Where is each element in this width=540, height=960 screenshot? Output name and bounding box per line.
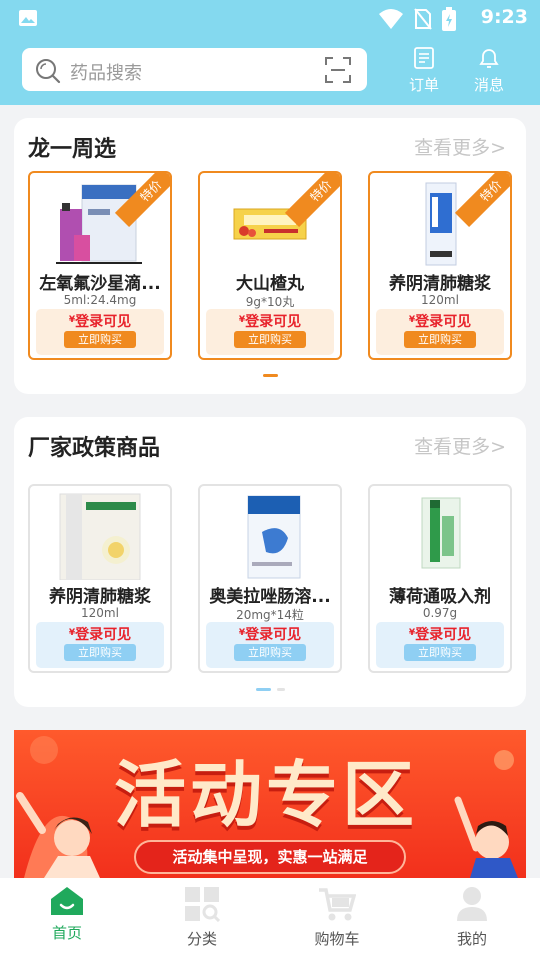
product-spec: 20mg*14粒 [236,608,304,622]
product-card[interactable]: 养阴清肺糖浆 120ml ¥登录可见 立即购买 [28,484,172,673]
top-header: 药品搜索 订单 消息 [0,36,540,105]
profile-icon [457,887,487,921]
view-more-link[interactable]: 查看更多> [414,432,506,459]
carousel-indicator [14,374,526,377]
product-price: ¥登录可见 [238,627,302,643]
product-image [59,493,141,580]
category-icon [185,887,221,923]
buy-now-button[interactable]: 立即购买 [234,331,306,348]
nav-home-label: 首页 [51,924,82,942]
nav-category-label: 分类 [186,930,217,948]
section-title: 厂家政策商品 [28,436,161,461]
product-name: 奥美拉唑肠溶... [209,587,331,607]
bottom-navigation: 首页 分类 购物车 我的 [0,878,540,960]
view-more-link[interactable]: 查看更多> [414,133,506,160]
product-spec: 0.97g [422,606,458,620]
product-name: 大山楂丸 [236,274,304,294]
price-box: ¥登录可见 立即购买 [376,622,504,668]
gallery-notification-icon [19,10,37,26]
indicator-dot-active [262,374,278,377]
nav-category[interactable]: 分类 [162,886,242,949]
cart-icon [319,888,357,921]
product-image [421,497,461,569]
section-title: 龙一周选 [28,137,117,162]
status-time: 9:23 [480,6,528,28]
buy-now-button[interactable]: 立即购买 [404,331,476,348]
product-card[interactable]: 薄荷通吸入剂 0.97g ¥登录可见 立即购买 [368,484,512,673]
promo-banner[interactable]: 活动专区 活动集中呈现，实惠一站满足 [14,730,526,878]
product-price: ¥登录可见 [238,314,302,330]
wifi-icon [379,9,403,29]
product-image [247,495,301,579]
battery-icon [442,7,456,31]
orders-button[interactable]: 订单 [399,46,449,95]
search-bar[interactable]: 药品搜索 [22,48,367,91]
nav-cart-label: 购物车 [314,930,360,948]
product-card[interactable]: 特价 养阴清肺糖浆 120ml ¥登录可见 立即购买 [368,171,512,360]
bell-icon [479,49,499,68]
factory-policy-section: 厂家政策商品 查看更多> 养阴清肺糖浆 120ml ¥登录可见 立即购买 奥美拉… [14,417,526,707]
product-card[interactable]: 特价 左氧氟沙星滴... 5ml:24.4mg ¥登录可见 立即购买 [28,171,172,360]
messages-button[interactable]: 消息 [464,46,514,95]
product-price: ¥登录可见 [68,314,132,330]
home-icon [51,887,83,915]
product-card[interactable]: 奥美拉唑肠溶... 20mg*14粒 ¥登录可见 立即购买 [198,484,342,673]
carousel-indicator [14,688,526,691]
product-image [233,208,307,240]
price-box: ¥登录可见 立即购买 [206,622,334,668]
buy-now-button[interactable]: 立即购买 [404,644,476,661]
product-name: 薄荷通吸入剂 [389,587,491,607]
scan-icon[interactable] [325,57,351,83]
product-card[interactable]: 特价 大山楂丸 9g*10丸 ¥登录可见 立即购买 [198,171,342,360]
weekly-picks-section: 龙一周选 查看更多> 特价 左氧氟沙星滴... 5ml:24.4mg ¥登录可见… [14,118,526,394]
product-image [56,184,142,264]
price-box: ¥登录可见 立即购买 [376,309,504,355]
product-spec: 9g*10丸 [245,295,295,309]
nav-profile-label: 我的 [456,930,487,948]
indicator-dot [276,688,285,691]
product-name: 养阴清肺糖浆 [49,587,151,607]
product-name: 养阴清肺糖浆 [389,274,491,294]
product-spec: 120ml [81,606,119,620]
buy-now-button[interactable]: 立即购买 [234,644,306,661]
product-name: 左氧氟沙星滴... [39,274,161,294]
status-bar: 9:23 [0,0,540,36]
banner-subtitle: 活动集中呈现，实惠一站满足 [134,840,406,874]
banner-title: 活动专区 [114,753,419,837]
price-box: ¥登录可见 立即购买 [206,309,334,355]
search-placeholder[interactable]: 药品搜索 [70,59,142,85]
order-icon [414,47,434,69]
nav-profile[interactable]: 我的 [432,886,512,949]
price-box: ¥登录可见 立即购买 [36,309,164,355]
price-box: ¥登录可见 立即购买 [36,622,164,668]
buy-now-button[interactable]: 立即购买 [64,644,136,661]
product-price: ¥登录可见 [408,314,472,330]
indicator-dot-active [255,688,271,691]
no-sim-icon [414,8,432,30]
messages-label: 消息 [473,76,504,94]
nav-cart[interactable]: 购物车 [297,886,377,949]
search-icon [36,59,61,84]
nav-home[interactable]: 首页 [27,886,107,943]
product-price: ¥登录可见 [408,627,472,643]
buy-now-button[interactable]: 立即购买 [64,331,136,348]
orders-label: 订单 [408,76,439,94]
product-price: ¥登录可见 [68,627,132,643]
product-image [425,182,457,266]
product-spec: 120ml [421,293,459,307]
product-spec: 5ml:24.4mg [63,293,137,307]
